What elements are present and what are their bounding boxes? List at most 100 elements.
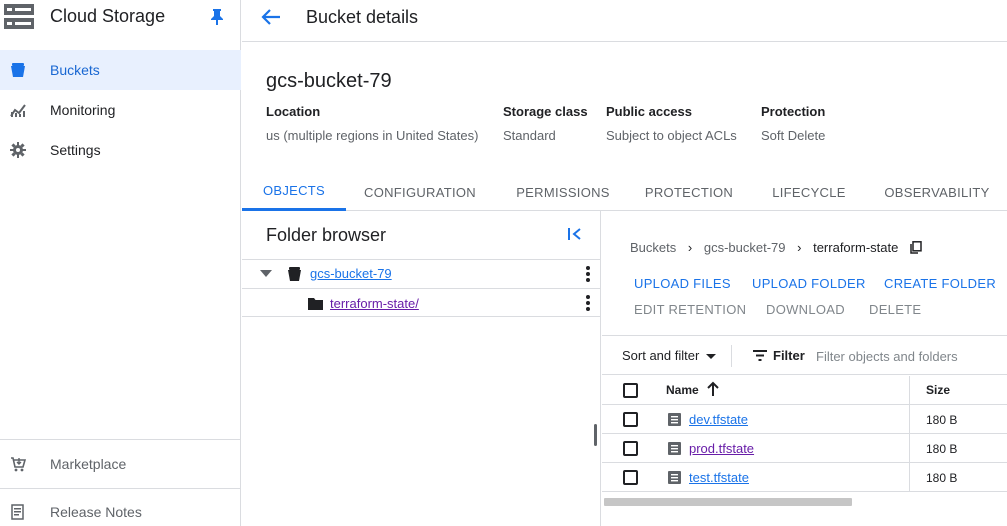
sidebar-item-label: Release Notes [50, 504, 142, 520]
object-size: 180 B [926, 471, 958, 485]
tab-observability[interactable]: OBSERVABILITY [882, 173, 992, 211]
filter-bar: Sort and filter Filter [602, 335, 1007, 375]
cloud-storage-logo-icon [4, 4, 34, 29]
object-size: 180 B [926, 442, 958, 456]
bucket-icon [9, 61, 27, 79]
product-title: Cloud Storage [50, 6, 166, 26]
divider [731, 345, 732, 367]
breadcrumb-current: terraform-state [813, 240, 899, 256]
breadcrumb-separator-icon: › [687, 240, 693, 256]
sidebar-item-release-notes[interactable]: Release Notes [0, 492, 241, 526]
table-row[interactable]: prod.tfstate 180 B [602, 434, 1007, 463]
filter-input[interactable] [816, 346, 1001, 366]
object-name-link[interactable]: dev.tfstate [689, 412, 748, 427]
more-options-icon[interactable] [585, 295, 591, 311]
info-protection: Protection Soft Delete [761, 104, 825, 143]
table-row[interactable]: test.tfstate 180 B [602, 463, 1007, 492]
pin-icon[interactable] [210, 9, 224, 25]
sidebar-header: Cloud Storage [0, 0, 241, 35]
info-label: Storage class [503, 104, 588, 119]
expand-caret-icon[interactable] [260, 270, 272, 277]
tab-objects[interactable]: OBJECTS [242, 173, 346, 211]
marketplace-icon [9, 455, 27, 473]
column-divider [909, 463, 910, 492]
info-storage-class: Storage class Standard [503, 104, 588, 143]
breadcrumb-bucket[interactable]: gcs-bucket-79 [704, 240, 786, 255]
sidebar-item-buckets[interactable]: Buckets [0, 50, 241, 90]
delete-button[interactable]: DELETE [869, 302, 921, 317]
sidebar-divider [0, 439, 241, 440]
sidebar-item-label: Settings [50, 142, 101, 158]
folder-icon [308, 298, 323, 310]
sidebar-item-label: Monitoring [50, 102, 116, 118]
copy-path-icon[interactable] [910, 241, 922, 254]
create-folder-button[interactable]: CREATE FOLDER [884, 276, 996, 291]
gear-icon [9, 141, 27, 159]
upload-folder-button[interactable]: UPLOAD FOLDER [752, 276, 866, 291]
bucket-icon [288, 267, 301, 281]
file-icon [668, 442, 681, 455]
row-checkbox[interactable] [623, 412, 638, 427]
sidebar-item-monitoring[interactable]: Monitoring [0, 90, 241, 130]
column-divider [909, 376, 910, 405]
table-header-row: Name Size [602, 376, 1007, 405]
row-checkbox[interactable] [623, 470, 638, 485]
breadcrumb-buckets[interactable]: Buckets [630, 240, 676, 255]
sidebar-item-label: Marketplace [50, 456, 127, 472]
select-all-checkbox[interactable] [623, 383, 638, 398]
column-divider [909, 405, 910, 434]
object-size: 180 B [926, 413, 958, 427]
page-title: Bucket details [306, 7, 419, 27]
tree-item-folder[interactable]: terraform-state/ [242, 288, 601, 317]
object-name-link[interactable]: prod.tfstate [689, 441, 754, 456]
row-checkbox[interactable] [623, 441, 638, 456]
more-options-icon[interactable] [585, 266, 591, 282]
sidebar-item-label: Buckets [50, 62, 100, 78]
filter-label: Filter [773, 348, 805, 363]
tab-bar: OBJECTS CONFIGURATION PERMISSIONS PROTEC… [242, 173, 1007, 211]
info-value: us (multiple regions in United States) [266, 128, 479, 143]
collapse-panel-icon[interactable] [567, 226, 583, 242]
info-value: Subject to object ACLs [606, 128, 737, 143]
sidebar: Cloud Storage Buckets Monitoring Setting… [0, 0, 241, 526]
tree-item-bucket[interactable]: gcs-bucket-79 [242, 259, 601, 288]
release-notes-icon [9, 503, 27, 521]
filter-icon [753, 350, 767, 361]
info-public-access: Public access Subject to object ACLs [606, 104, 737, 143]
download-button[interactable]: DOWNLOAD [766, 302, 845, 317]
tab-protection[interactable]: PROTECTION [640, 173, 738, 211]
bucket-name: gcs-bucket-79 [266, 70, 392, 92]
info-label: Protection [761, 104, 826, 119]
edit-retention-button[interactable]: EDIT RETENTION [634, 302, 746, 317]
dropdown-caret-icon [706, 354, 716, 359]
info-value: Standard [503, 128, 556, 143]
column-header-size[interactable]: Size [926, 383, 950, 397]
info-label: Public access [606, 104, 692, 119]
tab-configuration[interactable]: CONFIGURATION [354, 173, 486, 211]
sidebar-item-settings[interactable]: Settings [0, 130, 241, 170]
sort-and-filter-button[interactable]: Sort and filter [622, 348, 699, 363]
monitoring-icon [9, 101, 27, 119]
breadcrumb-separator-icon: › [797, 240, 802, 256]
column-divider [909, 434, 910, 463]
folder-browser: Folder browser gcs-bucket-79 terraform-s… [242, 211, 601, 526]
tab-permissions[interactable]: PERMISSIONS [510, 173, 616, 211]
page-header: Bucket details [242, 0, 1007, 42]
sidebar-item-marketplace[interactable]: Marketplace [0, 444, 241, 484]
sort-ascending-icon[interactable] [706, 381, 720, 397]
file-icon [668, 413, 681, 426]
tree-link-folder[interactable]: terraform-state/ [330, 296, 419, 311]
tab-lifecycle[interactable]: LIFECYCLE [768, 173, 850, 211]
back-arrow-icon[interactable] [260, 8, 282, 26]
sidebar-divider [0, 488, 241, 489]
objects-panel: Buckets › gcs-bucket-79 › terraform-stat… [602, 211, 1007, 526]
horizontal-scrollbar[interactable] [604, 498, 852, 506]
column-header-name[interactable]: Name [666, 383, 699, 397]
upload-files-button[interactable]: UPLOAD FILES [634, 276, 731, 291]
info-label: Location [266, 104, 321, 119]
tree-link-bucket[interactable]: gcs-bucket-79 [310, 266, 392, 281]
info-location: Location us (multiple regions in United … [266, 104, 478, 143]
panel-resize-handle[interactable] [594, 424, 597, 446]
object-name-link[interactable]: test.tfstate [689, 470, 749, 485]
table-row[interactable]: dev.tfstate 180 B [602, 405, 1007, 434]
